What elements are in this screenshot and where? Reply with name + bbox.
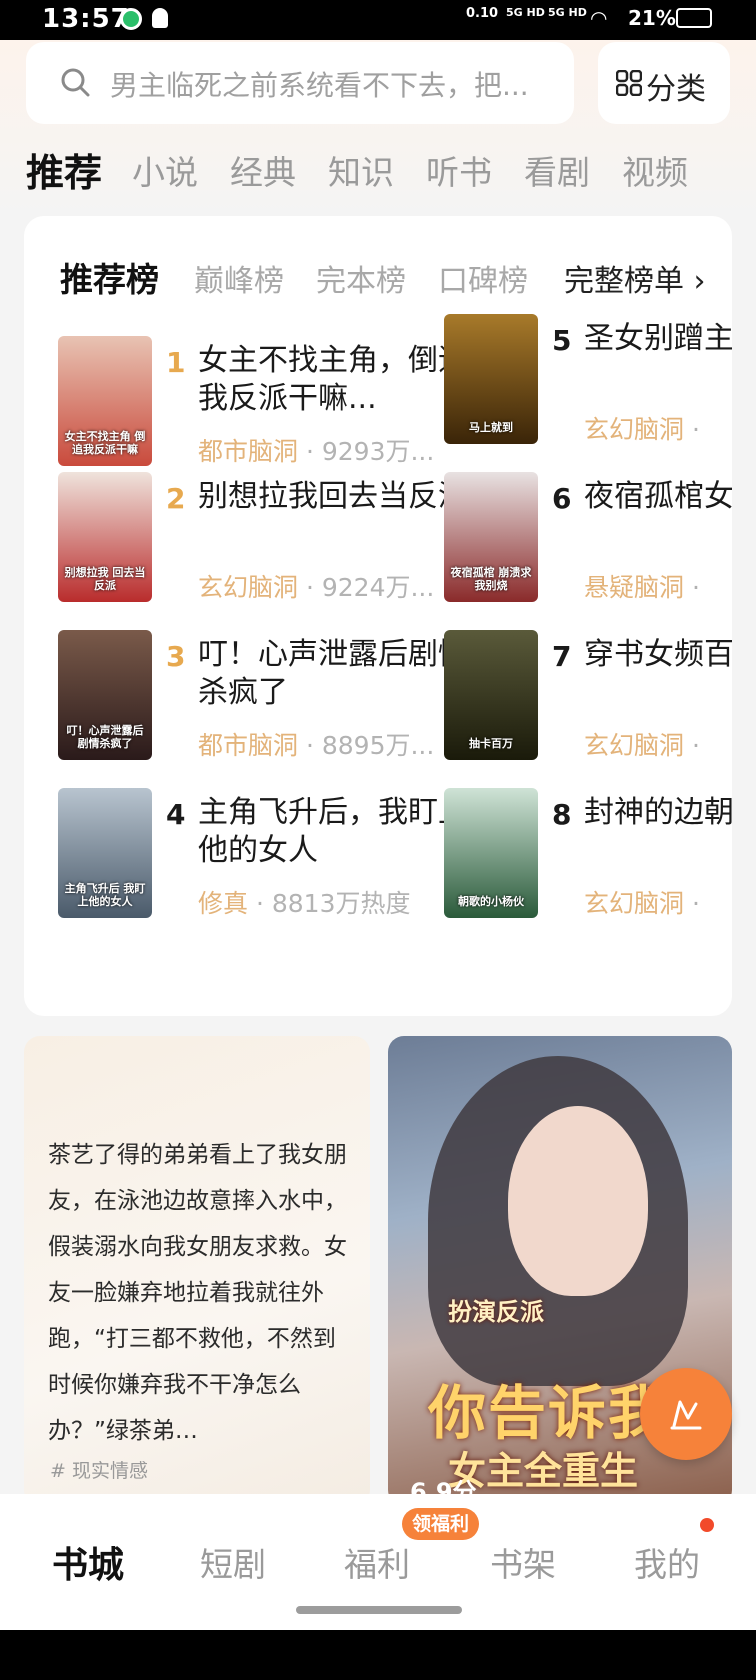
book-item[interactable]: 朝歌的小杨伙 8 封神的边朝歌的小 玄幻脑洞 · <box>444 788 732 920</box>
nav-bookstore[interactable]: 书城 <box>52 1536 124 1588</box>
book-cover: 叮！心声泄露后 剧情杀疯了 <box>58 630 152 760</box>
network-speed: 0.10 <box>466 6 499 21</box>
book-cover: 别想拉我 回去当反派 <box>58 472 152 602</box>
status-bar: 13:57 0.10 5G HD 5G HD ◠ 21% <box>0 0 756 40</box>
rank-number: 3 <box>166 640 186 673</box>
tab-novel[interactable]: 小说 <box>132 146 198 194</box>
nav-mine[interactable]: 我的 <box>634 1538 700 1586</box>
nav-bookshelf[interactable]: 书架 <box>490 1538 556 1586</box>
tab-recommend[interactable]: 推荐 <box>26 142 102 197</box>
search-bar[interactable]: 男主临死之前系统看不下去，把... <box>26 42 574 124</box>
bottom-navigation: 书城 短剧 福利 领福利 书架 我的 <box>0 1494 756 1630</box>
battery-icon <box>676 8 712 28</box>
tab-video[interactable]: 视频 <box>622 146 688 194</box>
battery-level: 21% <box>628 6 676 30</box>
cover-title: 你告诉我 <box>428 1379 669 1447</box>
book-item[interactable]: 主角飞升后 我盯上他的女人 4 主角飞升后，我盯上他的女人 修真 · 8813万… <box>58 788 498 920</box>
story-tag[interactable]: # 现实情感 <box>50 1456 148 1483</box>
status-time: 13:57 <box>42 4 130 34</box>
grid-icon <box>616 70 642 96</box>
welfare-badge: 领福利 <box>402 1508 480 1540</box>
book-item[interactable]: 夜宿孤棺 崩溃求我别烧 6 夜宿孤棺女鬼崩溃 悬疑脑洞 · <box>444 472 732 604</box>
pen-icon <box>670 1400 702 1430</box>
rank-number: 7 <box>552 640 572 673</box>
cover-art-face <box>508 1106 648 1296</box>
book-cover: 夜宿孤棺 崩溃求我别烧 <box>444 472 538 602</box>
book-cover: 主角飞升后 我盯上他的女人 <box>58 788 152 918</box>
book-meta: 玄幻脑洞 · <box>584 889 700 918</box>
story-preview-text: 茶艺了得的弟弟看上了我女朋友，在泳池边故意摔入水中，假装溺水向我女朋友求救。女友… <box>48 1142 347 1444</box>
cover-subtitle: 扮演反派 <box>448 1298 544 1326</box>
search-icon <box>61 68 90 97</box>
signal-1: 5G HD <box>506 6 545 19</box>
rank-tab-reputation[interactable]: 口碑榜 <box>438 256 528 300</box>
book-item[interactable]: 叮！心声泄露后 剧情杀疯了 3 叮！心声泄露后剧情杀疯了 都市脑洞 · 8895… <box>58 630 498 762</box>
rank-tab-completed[interactable]: 完本榜 <box>316 256 406 300</box>
book-cover: 抽卡百万 <box>444 630 538 760</box>
rank-number: 4 <box>166 798 186 831</box>
book-cover: 女主不找主角 倒追我反派干嘛 <box>58 336 152 466</box>
rank-tab-recommend[interactable]: 推荐榜 <box>60 253 159 301</box>
home-indicator[interactable] <box>296 1606 462 1614</box>
app-notification-icon <box>120 8 142 30</box>
rank-number: 1 <box>166 346 186 379</box>
book-cover: 朝歌的小杨伙 <box>444 788 538 918</box>
tab-audiobook[interactable]: 听书 <box>426 146 492 194</box>
story-preview-card[interactable]: 茶艺了得的弟弟看上了我女朋友，在泳池边故意摔入水中，假装溺水向我女朋友求救。女友… <box>24 1036 370 1506</box>
book-title: 夜宿孤棺女鬼崩溃 <box>584 479 732 514</box>
nav-short-drama[interactable]: 短剧 <box>200 1538 266 1586</box>
book-meta: 玄幻脑洞 · <box>584 731 700 760</box>
rank-tab-peak[interactable]: 巅峰榜 <box>194 256 284 300</box>
book-cover: 马上就到 <box>444 314 538 444</box>
signal-2: 5G HD <box>548 6 587 19</box>
category-label: 分类 <box>646 72 706 107</box>
book-title: 穿书女频百万，让 <box>584 637 732 672</box>
book-item[interactable]: 抽卡百万 7 穿书女频百万，让 玄幻脑洞 · <box>444 630 732 762</box>
book-meta: 玄幻脑洞 · <box>584 415 700 444</box>
book-title: 圣女别蹭主马上就 <box>584 321 732 356</box>
notification-bell-icon <box>152 8 168 28</box>
tab-knowledge[interactable]: 知识 <box>328 146 394 194</box>
book-item[interactable]: 马上就到 5 圣女别蹭主马上就 玄幻脑洞 · <box>444 314 732 446</box>
top-tabs: 推荐 小说 经典 知识 听书 看剧 视频 <box>26 142 756 198</box>
rank-number: 6 <box>552 482 572 515</box>
rank-number: 8 <box>552 798 572 831</box>
category-button[interactable]: 分类 <box>598 42 730 124</box>
book-item[interactable]: 别想拉我 回去当反派 2 别想拉我回去当反派 玄幻脑洞 · 9224万... <box>58 472 498 604</box>
write-fab-button[interactable] <box>640 1368 732 1460</box>
book-item[interactable]: 女主不找主角 倒追我反派干嘛 1 女主不找主角，倒追我反派干嘛... 都市脑洞 … <box>58 336 498 468</box>
nav-welfare[interactable]: 福利 <box>344 1538 410 1586</box>
bottom-edge <box>0 1630 756 1680</box>
notification-dot <box>700 1518 714 1532</box>
book-title: 封神的边朝歌的小 <box>584 795 732 830</box>
tab-drama[interactable]: 看剧 <box>524 146 590 194</box>
search-placeholder: 男主临死之前系统看不下去，把... <box>110 69 529 102</box>
book-meta: 悬疑脑洞 · <box>584 573 700 602</box>
wifi-icon: ◠ <box>590 6 608 30</box>
ranking-card: 推荐榜 巅峰榜 完本榜 口碑榜 完整榜单 › 女主不找主角 倒追我反派干嘛 1 … <box>24 216 732 1016</box>
rank-number: 5 <box>552 324 572 357</box>
tab-classic[interactable]: 经典 <box>230 146 296 194</box>
view-full-ranking-link[interactable]: 完整榜单 › <box>564 256 706 300</box>
rank-number: 2 <box>166 482 186 515</box>
